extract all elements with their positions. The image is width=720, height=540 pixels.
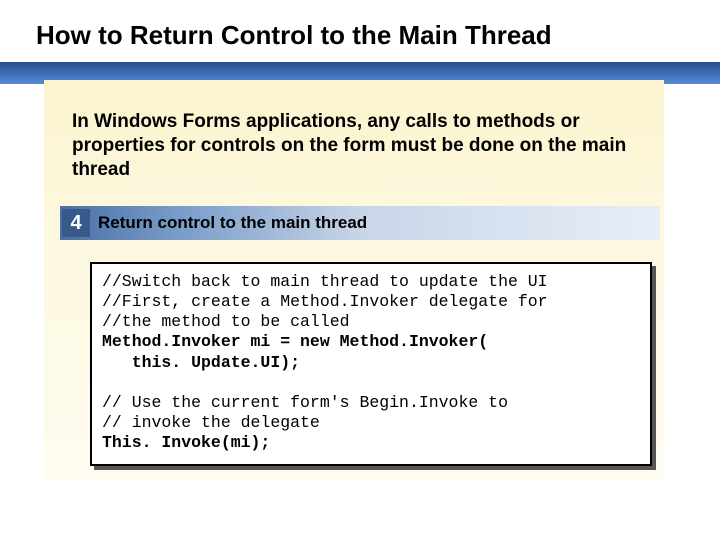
code-line: //Switch back to main thread to update t… bbox=[102, 272, 548, 291]
slide-title: How to Return Control to the Main Thread bbox=[0, 0, 720, 61]
slide: How to Return Control to the Main Thread… bbox=[0, 0, 720, 540]
code-line: //the method to be called bbox=[102, 312, 350, 331]
step-number-box: 4 bbox=[62, 209, 90, 237]
step-number: 4 bbox=[70, 212, 81, 235]
code-line: This. Invoke(mi); bbox=[102, 433, 270, 452]
step-label: Return control to the main thread bbox=[98, 213, 367, 233]
step-bar: 4 Return control to the main thread bbox=[60, 206, 660, 240]
intro-text: In Windows Forms applications, any calls… bbox=[72, 110, 632, 181]
code-line: Method.Invoker mi = new Method.Invoker( bbox=[102, 332, 488, 351]
code-line: // Use the current form's Begin.Invoke t… bbox=[102, 393, 508, 412]
code-block: //Switch back to main thread to update t… bbox=[90, 262, 652, 466]
code-line: this. Update.UI); bbox=[102, 353, 300, 372]
code-line: // invoke the delegate bbox=[102, 413, 320, 432]
code-line: //First, create a Method.Invoker delegat… bbox=[102, 292, 548, 311]
